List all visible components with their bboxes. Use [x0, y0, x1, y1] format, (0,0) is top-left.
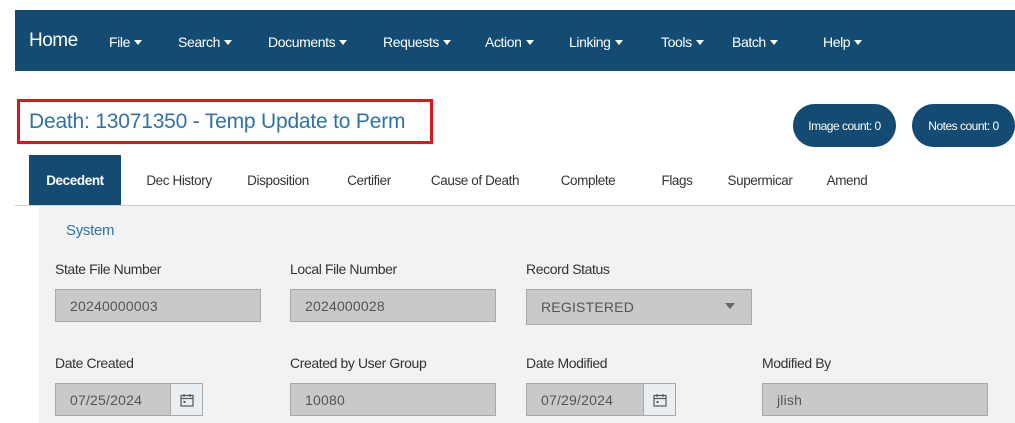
nav-menu-label: Help [823, 34, 851, 50]
caret-down-icon [442, 40, 451, 45]
state-file-number-label: State File Number [55, 261, 162, 277]
field-value: 20240000003 [70, 297, 158, 314]
nav-menu-documents[interactable]: Documents [268, 34, 348, 50]
field-value: 10080 [305, 391, 345, 408]
nav-menu-label: Tools [661, 34, 692, 50]
tab-flags[interactable]: Flags [647, 155, 707, 205]
caret-down-icon [525, 40, 534, 45]
tab-amend[interactable]: Amend [815, 155, 879, 205]
notes-count-button[interactable]: Notes count: 0 [912, 104, 1015, 147]
local-file-number-field[interactable]: 2024000028 [290, 289, 496, 322]
caret-down-icon [339, 40, 348, 45]
caret-down-icon [769, 40, 778, 45]
nav-menu-label: File [109, 34, 130, 50]
field-value: jlish [777, 391, 803, 408]
nav-home-link[interactable]: Home [29, 30, 78, 52]
nav-menu-linking[interactable]: Linking [569, 34, 623, 50]
page-title: Death: 13071350 - Temp Update to Perm [29, 110, 406, 133]
tab-dec-history[interactable]: Dec History [135, 155, 223, 205]
section-heading-system: System [66, 222, 115, 239]
nav-menu-label: Linking [569, 34, 611, 50]
local-file-number-label: Local File Number [290, 261, 397, 277]
nav-menu-label: Action [485, 34, 522, 50]
date-modified-label: Date Modified [526, 355, 608, 371]
nav-menu-tools[interactable]: Tools [661, 34, 704, 50]
tab-supermicar[interactable]: Supermicar [716, 155, 804, 205]
caret-down-icon [854, 40, 863, 45]
calendar-icon[interactable] [170, 384, 202, 415]
nav-menu-file[interactable]: File [109, 34, 142, 50]
created-by-user-group-field[interactable]: 10080 [290, 383, 496, 416]
modified-by-field[interactable]: jlish [762, 383, 988, 416]
date-created-label: Date Created [55, 355, 134, 371]
state-file-number-field[interactable]: 20240000003 [55, 289, 261, 322]
nav-menu-help[interactable]: Help [823, 34, 863, 50]
nav-menu-search[interactable]: Search [178, 34, 232, 50]
created-by-user-group-label: Created by User Group [290, 355, 427, 371]
record-status-label: Record Status [526, 261, 610, 277]
record-status-select[interactable]: REGISTERED [526, 289, 752, 325]
dropdown-arrow-icon [725, 303, 735, 309]
top-navbar: Home File Search Documents Requests Acti… [15, 10, 1015, 71]
caret-down-icon [695, 40, 704, 45]
modified-by-label: Modified By [762, 355, 831, 371]
caret-down-icon [223, 40, 232, 45]
date-modified-field[interactable]: 07/29/2024 [526, 383, 676, 416]
image-count-button[interactable]: Image count: 0 [793, 104, 896, 147]
field-value: 07/29/2024 [541, 391, 614, 408]
field-value: REGISTERED [541, 299, 635, 315]
nav-menu-label: Batch [732, 34, 766, 50]
field-value: 2024000028 [305, 297, 385, 314]
nav-menu-action[interactable]: Action [485, 34, 534, 50]
nav-menu-batch[interactable]: Batch [732, 34, 778, 50]
tab-disposition[interactable]: Disposition [233, 155, 323, 205]
tab-cause-of-death[interactable]: Cause of Death [418, 155, 532, 205]
caret-down-icon [133, 40, 142, 45]
caret-down-icon [614, 40, 623, 45]
nav-menu-label: Search [178, 34, 220, 50]
calendar-icon[interactable] [643, 384, 675, 415]
tab-decedent[interactable]: Decedent [29, 155, 121, 205]
nav-menu-label: Documents [268, 34, 336, 50]
nav-menu-requests[interactable]: Requests [383, 34, 451, 50]
tab-complete[interactable]: Complete [546, 155, 630, 205]
nav-menu-label: Requests [383, 34, 439, 50]
tab-certifier[interactable]: Certifier [333, 155, 405, 205]
date-created-field[interactable]: 07/25/2024 [55, 383, 203, 416]
field-value: 07/25/2024 [70, 391, 143, 408]
